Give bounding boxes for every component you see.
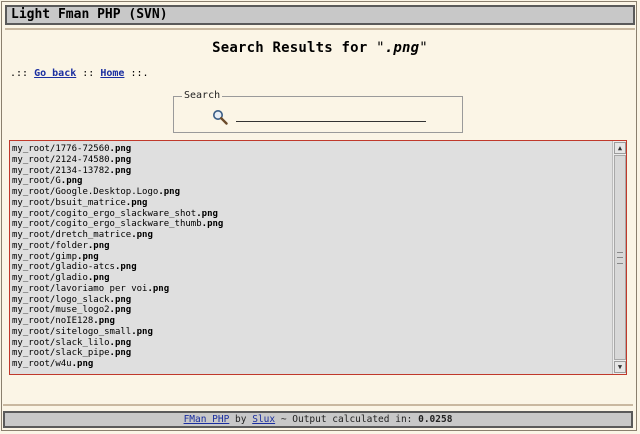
result-row[interactable]: my_root/cogito_ergo_slackware_thumb.png: [12, 219, 608, 230]
result-extension: .png: [109, 144, 132, 154]
result-row[interactable]: my_root/slack_pipe.png: [12, 348, 608, 359]
result-extension: .png: [109, 154, 132, 165]
result-extension: .png: [87, 273, 110, 283]
scroll-grip-icon: [617, 252, 623, 264]
result-path: my_root/slack_pipe: [12, 348, 110, 359]
app-title: Light Fman PHP (SVN): [11, 7, 168, 22]
result-row[interactable]: my_root/logo_slack.png: [12, 295, 608, 306]
footer-divider: [3, 404, 633, 406]
heading-prefix: Search Results for: [212, 40, 377, 56]
result-extension: .png: [131, 326, 153, 337]
footer-by: by: [229, 414, 253, 425]
result-row[interactable]: my_root/muse_logo2.png: [12, 305, 608, 316]
result-row[interactable]: my_root/gladio.png: [12, 273, 608, 284]
header-divider: [5, 28, 635, 30]
footer-middle: ~ Output calculated in:: [275, 414, 419, 425]
result-path: my_root/noIE128: [12, 316, 94, 326]
result-path: my_root/dretch_matrice: [12, 230, 132, 240]
app-title-bar: Light Fman PHP (SVN): [5, 5, 635, 25]
result-extension: .png: [109, 337, 132, 348]
result-row[interactable]: my_root/slack_lilo.png: [12, 338, 608, 349]
result-extension: .png: [60, 176, 83, 187]
result-extension: .png: [77, 251, 99, 262]
author-link[interactable]: Slux: [252, 414, 275, 425]
result-row[interactable]: my_root/2134-13782.png: [12, 166, 608, 177]
output-time: 0.0258: [418, 414, 453, 425]
scroll-thumb[interactable]: [614, 155, 626, 360]
heading-search-term: .png: [384, 40, 420, 56]
result-extension: .png: [87, 240, 110, 251]
result-extension: .png: [71, 359, 94, 369]
result-path: my_root/2124-74580: [12, 154, 110, 165]
result-path: my_root/muse_logo2: [12, 305, 110, 316]
result-path: my_root/w4u: [12, 359, 72, 369]
result-row[interactable]: my_root/bsuit_matrice.png: [12, 198, 608, 209]
result-extension: .png: [109, 165, 132, 176]
result-path: my_root/G: [12, 176, 61, 187]
magnifier-icon[interactable]: [212, 109, 228, 125]
result-extension: .png: [93, 316, 115, 326]
result-path: my_root/sitelogo_small: [12, 326, 132, 337]
result-row[interactable]: my_root/sitelogo_small.png: [12, 327, 608, 338]
footer-bar: FMan PHP by Slux ~ Output calculated in:…: [3, 411, 633, 428]
result-row[interactable]: my_root/G.png: [12, 176, 608, 187]
result-row[interactable]: my_root/dretch_matrice.png: [12, 230, 608, 241]
result-row[interactable]: my_root/gladio-atcs.png: [12, 262, 608, 273]
result-row[interactable]: my_root/folder.png: [12, 241, 608, 252]
result-extension: .png: [147, 283, 170, 294]
home-link[interactable]: Home: [100, 68, 124, 79]
result-path: my_root/1776-72560: [12, 144, 110, 154]
nav-links: .:: Go back :: Home ::.: [10, 68, 149, 79]
results-panel[interactable]: my_root/1776-72560.png my_root/2124-74580…: [9, 140, 627, 375]
result-row[interactable]: my_root/Google.Desktop.Logo.png: [12, 187, 608, 198]
result-row[interactable]: my_root/2124-74580.png: [12, 155, 608, 166]
result-extension: .png: [158, 187, 180, 197]
result-path: my_root/gladio-atcs: [12, 262, 115, 273]
result-path: my_root/Google.Desktop.Logo: [12, 187, 159, 197]
fman-php-link[interactable]: FMan PHP: [184, 414, 230, 425]
result-path: my_root/logo_slack: [12, 294, 110, 305]
result-row[interactable]: my_root/noIE128.png: [12, 316, 608, 327]
result-path: my_root/2134-13782: [12, 165, 110, 176]
result-extension: .png: [125, 197, 148, 208]
result-path: my_root/folder: [12, 240, 88, 251]
go-back-link[interactable]: Go back: [34, 68, 76, 79]
heading-close-quote: ": [419, 40, 428, 56]
results-list: my_root/1776-72560.png my_root/2124-74580…: [12, 144, 608, 370]
result-extension: .png: [109, 294, 132, 305]
result-extension: .png: [131, 230, 153, 240]
result-extension: .png: [196, 208, 218, 219]
result-extension: .png: [109, 348, 132, 359]
nav-separator: ::: [76, 68, 101, 79]
result-path: my_root/bsuit_matrice: [12, 197, 126, 208]
result-extension: .png: [114, 262, 137, 273]
results-scrollbar[interactable]: ▲ ▼: [612, 141, 626, 374]
result-row[interactable]: my_root/cogito_ergo_slackware_shot.png: [12, 209, 608, 220]
result-extension: .png: [201, 219, 224, 230]
result-path: my_root/gimp: [12, 251, 78, 262]
scroll-up-button[interactable]: ▲: [614, 142, 626, 154]
search-legend: Search: [182, 90, 223, 101]
search-fieldset: Search: [173, 90, 463, 133]
nav-lead: .::: [10, 68, 35, 79]
scroll-down-button[interactable]: ▼: [614, 361, 626, 373]
result-path: my_root/slack_lilo: [12, 337, 110, 348]
result-path: my_root/lavoriamo per voi: [12, 283, 148, 294]
result-extension: .png: [109, 305, 132, 316]
result-row[interactable]: my_root/lavoriamo per voi.png: [12, 284, 608, 295]
page-heading: Search Results for ".png": [0, 40, 640, 56]
heading-open-quote: ": [376, 40, 385, 56]
result-row[interactable]: my_root/w4u.png: [12, 359, 608, 370]
result-row[interactable]: my_root/gimp.png: [12, 252, 608, 263]
result-path: my_root/cogito_ergo_slackware_thumb: [12, 219, 202, 230]
result-row[interactable]: my_root/1776-72560.png: [12, 144, 608, 155]
nav-tail: ::.: [124, 68, 149, 79]
result-path: my_root/cogito_ergo_slackware_shot: [12, 208, 197, 219]
search-input[interactable]: [236, 107, 426, 122]
result-path: my_root/gladio: [12, 273, 88, 283]
